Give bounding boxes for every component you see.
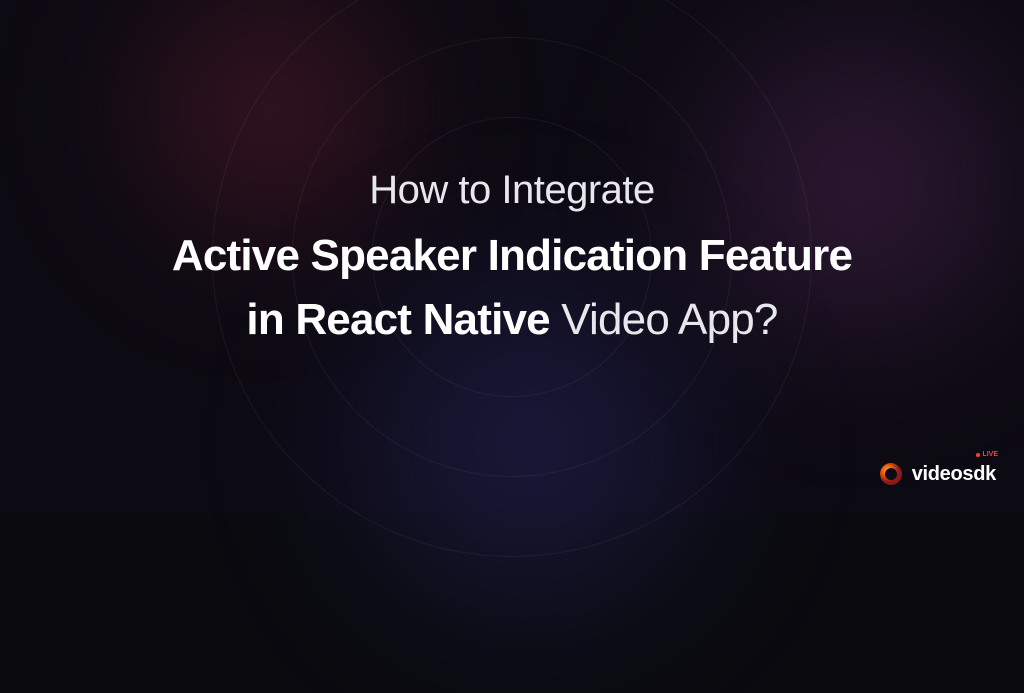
title-line-1: How to Integrate (369, 168, 655, 213)
title-line-3: in React Native Video App? (246, 295, 777, 345)
live-badge: LIVE (976, 451, 998, 458)
live-dot-icon (976, 453, 980, 457)
logo-icon (878, 461, 904, 487)
title-line-3-normal: Video App? (550, 295, 778, 344)
main-content: How to Integrate Active Speaker Indicati… (0, 0, 1024, 513)
live-badge-text: LIVE (982, 451, 998, 458)
brand-logo: videosdk LIVE (878, 461, 996, 487)
logo-text: videosdk (912, 463, 996, 486)
title-line-3-bold: in React Native (246, 295, 549, 344)
title-line-2: Active Speaker Indication Feature (172, 231, 852, 281)
